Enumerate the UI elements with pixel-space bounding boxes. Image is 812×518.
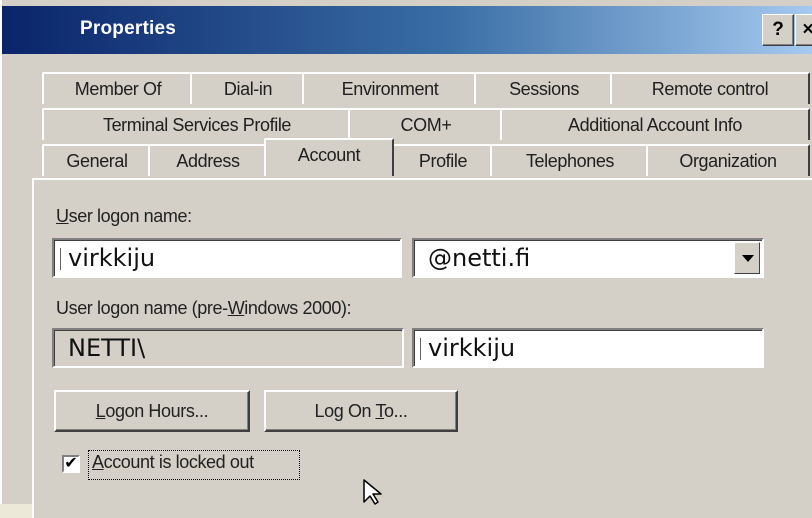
mouse-pointer-icon xyxy=(363,479,382,505)
dropdown-button[interactable] xyxy=(734,242,760,274)
chevron-down-icon xyxy=(742,255,754,262)
close-button[interactable]: × xyxy=(795,14,812,46)
pre-windows-2000-logon-input[interactable]: virkkiju xyxy=(412,328,764,368)
log-on-to-button[interactable]: Log On To... xyxy=(264,390,458,432)
tab-com-plus[interactable]: COM+ xyxy=(348,108,504,140)
pre-windows-2000-logon-value: virkkiju xyxy=(428,334,516,362)
upn-suffix-value: @netti.fi xyxy=(428,244,531,272)
text-caret xyxy=(420,338,421,360)
tab-account[interactable]: Account xyxy=(264,138,394,176)
properties-dialog: Properties ? × Member Of Dial-in Environ… xyxy=(0,0,812,518)
tab-member-of[interactable]: Member Of xyxy=(42,72,194,104)
tab-organization[interactable]: Organization xyxy=(646,144,810,176)
account-locked-out-checkbox[interactable]: ✔ xyxy=(62,455,80,473)
logon-hours-button[interactable]: Logon Hours... xyxy=(54,390,250,432)
pre-windows-2000-domain-value: NETTI\ xyxy=(68,334,146,362)
user-logon-name-value: virkkiju xyxy=(68,244,156,272)
upn-suffix-select[interactable]: @netti.fi xyxy=(412,238,764,278)
title-bar: Properties ? × xyxy=(2,6,812,54)
window-title: Properties xyxy=(80,18,176,39)
tab-additional-account-info[interactable]: Additional Account Info xyxy=(500,108,810,140)
tab-dial-in[interactable]: Dial-in xyxy=(190,72,306,104)
tab-terminal-services-profile[interactable]: Terminal Services Profile xyxy=(42,108,352,140)
account-locked-out-label[interactable]: Account is locked out xyxy=(92,452,254,473)
user-logon-name-label: User logon name: xyxy=(56,206,192,226)
tab-general[interactable]: General xyxy=(42,144,152,176)
text-caret xyxy=(60,248,61,270)
tab-environment[interactable]: Environment xyxy=(302,72,478,104)
tab-telephones[interactable]: Telephones xyxy=(490,144,650,176)
help-button[interactable]: ? xyxy=(762,14,794,46)
user-logon-name-input[interactable]: virkkiju xyxy=(52,238,402,278)
pre-windows-2000-label: User logon name (pre-Windows 2000): xyxy=(56,298,352,318)
tab-profile[interactable]: Profile xyxy=(392,144,494,176)
tab-sessions[interactable]: Sessions xyxy=(474,72,614,104)
tab-address[interactable]: Address xyxy=(148,144,268,176)
pre-windows-2000-domain-field: NETTI\ xyxy=(52,328,404,368)
tab-remote-control[interactable]: Remote control xyxy=(610,72,810,104)
